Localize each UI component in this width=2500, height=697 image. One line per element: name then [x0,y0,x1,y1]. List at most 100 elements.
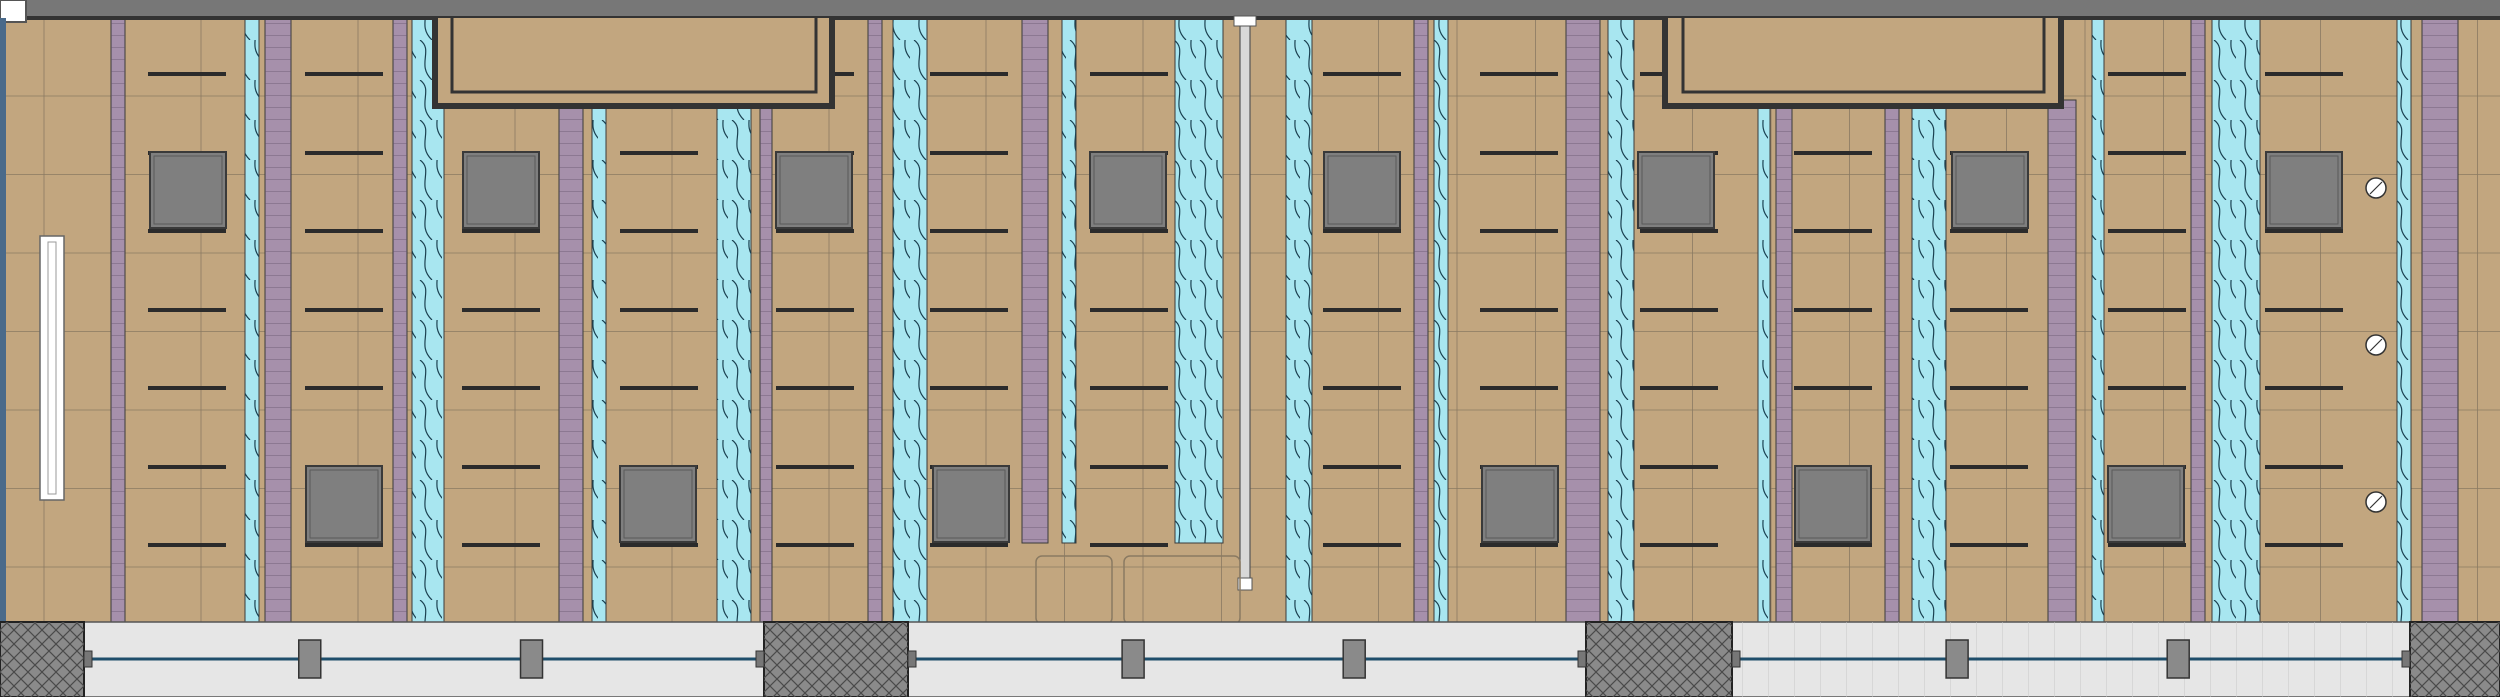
glass-strip-texture [893,18,927,622]
purple-strip-texture [1414,18,1428,622]
pillar-hatch [0,622,84,697]
slat [1090,386,1168,390]
slat [1480,308,1558,312]
vent-frame [1323,151,1401,229]
slat [305,386,383,390]
slat [148,386,226,390]
bench-support [1342,639,1366,679]
slat [1480,543,1558,547]
slat [2108,151,2186,155]
purple-strip-texture [1566,18,1600,622]
bench-support [1945,639,1969,679]
slat [776,308,854,312]
slat [2108,229,2186,233]
purple-strip-texture [2422,18,2458,622]
glass-strip-texture [245,18,259,622]
ceiling-soffit-right [1662,18,2064,109]
rail-end [2401,650,2411,668]
left-wall-edge [0,18,6,622]
slat [462,465,540,469]
glass-strip-texture [1175,18,1223,543]
slat [462,229,540,233]
slat [2265,308,2343,312]
slat [2265,229,2343,233]
slat [620,229,698,233]
slat [148,229,226,233]
rail-end [1577,650,1587,668]
slat [1640,229,1718,233]
slat [620,308,698,312]
glass-strip-texture [1758,100,1770,622]
glass-strip-texture [2212,18,2260,622]
bench-support [298,639,322,679]
rail-end [755,650,765,668]
purple-strip-texture [393,18,407,622]
vent-frame [1481,465,1559,543]
slat [2108,72,2186,76]
slat [776,229,854,233]
slat [776,543,854,547]
slat [1950,465,2028,469]
slat [1090,543,1168,547]
slat [776,386,854,390]
slat [148,308,226,312]
vent-frame [619,465,697,543]
slat [1950,543,2028,547]
slat [2265,72,2343,76]
slat [1480,386,1558,390]
slat [462,543,540,547]
slat [1950,308,2028,312]
glass-strip-texture [1912,100,1946,622]
slat [1950,386,2028,390]
rail-end [83,650,93,668]
slat [1323,386,1401,390]
glass-strip-texture [1434,18,1448,622]
pillar-hatch [1586,622,1732,697]
top-beam [0,0,2500,18]
slat [1323,308,1401,312]
vent-frame [1794,465,1872,543]
purple-strip-texture [265,18,291,622]
slat [930,386,1008,390]
slat [1323,543,1401,547]
slat [1323,465,1401,469]
vent-frame [2107,465,2185,543]
vent-frame [1637,151,1715,229]
slat [305,543,383,547]
purple-strip-texture [868,18,882,622]
slat [148,72,226,76]
slat [620,386,698,390]
slat [1480,229,1558,233]
vent-frame [149,151,227,229]
slat [1640,543,1718,547]
slat [1480,151,1558,155]
slat [305,229,383,233]
slat [930,308,1008,312]
slat [1794,229,1872,233]
wall-light-fixture [39,235,65,501]
glass-strip-texture [2092,18,2104,622]
purple-strip-texture [2191,18,2205,622]
slat [1794,386,1872,390]
slat [2108,386,2186,390]
bench-support [2166,639,2190,679]
slat [620,543,698,547]
pillar-hatch [2410,622,2500,697]
purple-strip-texture [2048,100,2076,622]
slat [2108,543,2186,547]
glass-strip-texture [1608,18,1634,622]
slat [1794,543,1872,547]
slat [2265,465,2343,469]
slat [1794,308,1872,312]
slat [148,465,226,469]
bench-support [519,639,544,679]
glass-strip-texture [592,100,606,622]
slat [305,308,383,312]
vent-frame [2265,151,2343,229]
slat [1480,72,1558,76]
slat [930,151,1008,155]
slat [1640,386,1718,390]
slat [620,151,698,155]
glass-strip-texture [2397,18,2411,622]
vent-frame [775,151,853,229]
